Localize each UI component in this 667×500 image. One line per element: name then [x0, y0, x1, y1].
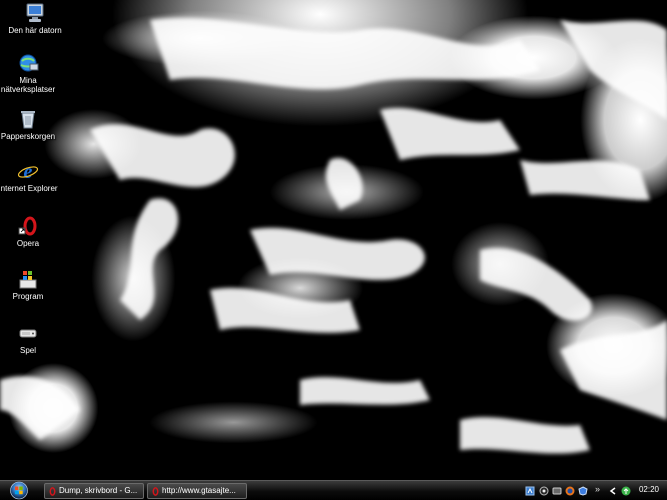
desktop-icon-label: Program — [12, 292, 44, 301]
taskbar-button-dump[interactable]: Dump, skrivbord - G... — [44, 483, 144, 499]
opera-icon — [152, 487, 159, 496]
desktop-icon-label: Mina nätverksplatser — [0, 76, 56, 94]
desktop-icon-recycle-bin[interactable]: Papperskorgen — [0, 108, 60, 141]
desktop-icon-opera[interactable]: Opera — [0, 215, 60, 248]
desktop-icon-games[interactable]: Spel — [0, 322, 60, 355]
desktop-icon-internet-explorer[interactable]: e Internet Explorer — [0, 160, 60, 193]
recycle-bin-icon — [21, 111, 35, 129]
taskbar-button-label: Dump, skrivbord - G... — [59, 486, 138, 495]
firefox-tray-icon[interactable] — [565, 486, 575, 496]
start-orb-icon[interactable] — [8, 481, 30, 500]
desktop-wallpaper: Den här datorn Mina nätverksplatser Papp… — [0, 0, 667, 480]
network-tray-icon[interactable] — [525, 486, 535, 496]
desktop-icon-label: Internet Explorer — [0, 184, 58, 193]
desktop-icon-label: Opera — [16, 239, 40, 248]
computer-icon — [26, 3, 44, 22]
opera-icon — [18, 216, 37, 236]
back-arrow-icon[interactable] — [608, 486, 618, 496]
system-tray: » 02:20 — [507, 481, 667, 500]
games-icon — [19, 329, 37, 338]
desktop-icon-label: Papperskorgen — [0, 132, 56, 141]
desktop-icon-computer[interactable]: Den här datorn — [3, 2, 67, 35]
desktop-icon-label: Spel — [19, 346, 36, 355]
internet-explorer-icon: e — [17, 161, 39, 182]
program-icon — [19, 271, 37, 289]
media-tray-icon[interactable] — [552, 486, 562, 496]
security-tray-icon[interactable] — [621, 486, 631, 496]
network-places-icon — [19, 54, 39, 72]
taskbar-clock[interactable]: 02:20 — [639, 485, 659, 494]
desktop-icon-label: Den här datorn — [8, 26, 62, 35]
shield-tray-icon[interactable] — [578, 486, 588, 496]
tray-expand-chevron[interactable]: » — [595, 484, 600, 494]
taskbar-button-gtasajten[interactable]: http://www.gtasajte... — [147, 483, 247, 499]
opera-icon — [49, 487, 56, 496]
taskbar: Dump, skrivbord - G... http://www.gtasaj… — [0, 480, 667, 500]
desktop-icon-network[interactable]: Mina nätverksplatser — [0, 52, 60, 94]
svg-text:e: e — [24, 161, 33, 182]
desktop-icon-program[interactable]: Program — [0, 268, 60, 301]
wallpaper-swirl — [0, 17, 667, 454]
connection-tray-icon[interactable] — [539, 486, 549, 496]
taskbar-button-label: http://www.gtasajte... — [162, 486, 236, 495]
